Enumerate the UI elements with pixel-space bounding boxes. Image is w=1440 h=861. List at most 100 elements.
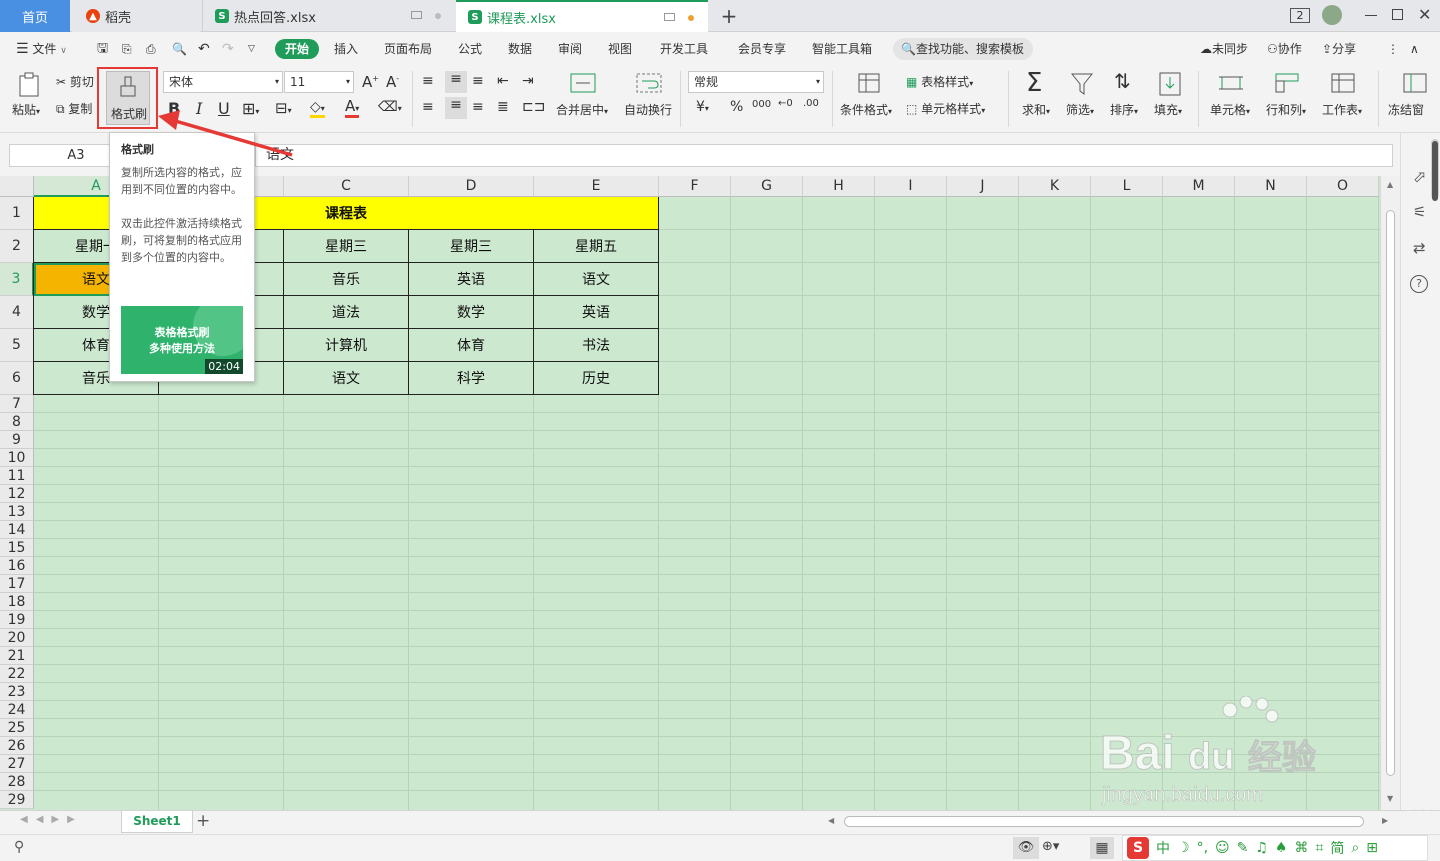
- scroll-up-icon[interactable]: ▲: [1387, 180, 1393, 189]
- restore-icon[interactable]: [1392, 9, 1403, 20]
- cell-style-button[interactable]: ⬚ 单元格样式▾: [906, 100, 985, 117]
- cell-d6[interactable]: 科学: [409, 362, 534, 395]
- cell-e6[interactable]: 历史: [534, 362, 659, 395]
- window-count-badge[interactable]: 2: [1290, 8, 1310, 23]
- column-header-o[interactable]: O: [1307, 176, 1379, 197]
- ime-simplified[interactable]: 简: [1330, 838, 1344, 858]
- punct-icon[interactable]: °,: [1197, 840, 1208, 856]
- align-right-icon[interactable]: ≡: [472, 99, 484, 115]
- more-options-icon[interactable]: ⋮: [1387, 33, 1399, 65]
- indent-decrease-icon[interactable]: ⇤: [497, 73, 509, 89]
- decrease-decimal-icon[interactable]: ←0: [778, 98, 793, 109]
- row-header-15[interactable]: 15: [0, 539, 34, 557]
- scroll-left-icon[interactable]: ◀: [828, 816, 834, 825]
- sum-icon[interactable]: Σ: [1026, 68, 1042, 98]
- row-header-23[interactable]: 23: [0, 683, 34, 701]
- row-header-18[interactable]: 18: [0, 593, 34, 611]
- emoji-icon[interactable]: ☺: [1215, 840, 1230, 856]
- font-name-select[interactable]: 宋体 ▾: [163, 71, 283, 93]
- fill-button[interactable]: 填充▾: [1154, 101, 1182, 118]
- decrease-font-icon[interactable]: A-: [386, 73, 399, 91]
- row-header-3[interactable]: 3: [0, 263, 34, 296]
- conditional-format-button[interactable]: 条件格式▾: [840, 101, 892, 118]
- menu-view[interactable]: 视图: [608, 33, 632, 65]
- cell-d2[interactable]: 星期三: [409, 230, 534, 263]
- cut-button[interactable]: ✂ 剪切: [56, 73, 94, 90]
- worksheet-button[interactable]: 工作表▾: [1322, 101, 1362, 118]
- column-header-f[interactable]: F: [659, 176, 731, 197]
- row-header-19[interactable]: 19: [0, 611, 34, 629]
- more-icon[interactable]: ▽: [248, 33, 255, 65]
- paste-button[interactable]: 粘贴▾: [12, 101, 40, 118]
- row-header-6[interactable]: 6: [0, 362, 34, 395]
- select-all-corner[interactable]: [0, 176, 34, 197]
- column-header-n[interactable]: N: [1235, 176, 1307, 197]
- wrap-text-icon[interactable]: [634, 71, 664, 95]
- row-header-1[interactable]: 1: [0, 197, 34, 230]
- column-header-h[interactable]: H: [803, 176, 875, 197]
- redo-icon[interactable]: ↷: [222, 33, 234, 65]
- column-header-j[interactable]: J: [947, 176, 1019, 197]
- cell-e4[interactable]: 英语: [534, 296, 659, 329]
- number-format-select[interactable]: 常规 ▾: [688, 71, 824, 93]
- freeze-panes-icon[interactable]: [1402, 71, 1428, 95]
- crop-icon[interactable]: ⌗: [1315, 840, 1323, 856]
- scroll-thumb[interactable]: [1386, 210, 1395, 776]
- cell-button[interactable]: 单元格▾: [1210, 101, 1250, 118]
- cell-e3[interactable]: 语文: [534, 263, 659, 296]
- tab-file-schedule[interactable]: S 课程表.xlsx: [456, 0, 708, 32]
- column-header-m[interactable]: M: [1163, 176, 1235, 197]
- menu-file[interactable]: ☰ 文件 ∨: [16, 33, 67, 65]
- add-sheet-button[interactable]: +: [196, 811, 210, 831]
- thousands-button[interactable]: 000: [752, 99, 771, 110]
- merge-center-button[interactable]: 合并居中▾: [556, 101, 608, 118]
- h-scroll-thumb[interactable]: [844, 816, 1364, 827]
- increase-decimal-icon[interactable]: .00: [803, 98, 819, 109]
- worksheet-icon[interactable]: [1330, 71, 1356, 95]
- search-function-box[interactable]: 🔍查找功能、搜索模板: [893, 38, 1033, 60]
- eye-protection-icon[interactable]: 👁: [1013, 837, 1039, 859]
- print-preview-icon[interactable]: 🔍: [172, 33, 187, 65]
- row-header-21[interactable]: 21: [0, 647, 34, 665]
- row-header-24[interactable]: 24: [0, 701, 34, 719]
- row-header-9[interactable]: 9: [0, 431, 34, 449]
- menu-page-layout[interactable]: 页面布局: [384, 33, 432, 65]
- skin-icon[interactable]: ♠: [1275, 840, 1288, 856]
- row-header-5[interactable]: 5: [0, 329, 34, 362]
- menu-dev-tools[interactable]: 开发工具: [660, 33, 708, 65]
- row-header-26[interactable]: 26: [0, 737, 34, 755]
- tools-icon[interactable]: ⌘: [1294, 840, 1308, 856]
- filter-button[interactable]: 筛选▾: [1066, 101, 1094, 118]
- property-sliders-icon[interactable]: ⚟: [1413, 203, 1426, 221]
- scroll-right-icon[interactable]: ▶: [1382, 816, 1388, 825]
- row-header-7[interactable]: 7: [0, 395, 34, 413]
- row-header-12[interactable]: 12: [0, 485, 34, 503]
- cell-e2[interactable]: 星期五: [534, 230, 659, 263]
- cell-icon[interactable]: [1218, 71, 1244, 95]
- cell-e5[interactable]: 书法: [534, 329, 659, 362]
- macro-record-icon[interactable]: ⚲: [14, 839, 24, 855]
- sum-button[interactable]: 求和▾: [1022, 101, 1050, 118]
- cell-d3[interactable]: 英语: [409, 263, 534, 296]
- row-header-13[interactable]: 13: [0, 503, 34, 521]
- row-header-11[interactable]: 11: [0, 467, 34, 485]
- font-size-select[interactable]: 11 ▾: [284, 71, 354, 93]
- select-pointer-icon[interactable]: ⬀: [1413, 167, 1426, 186]
- cell-d4[interactable]: 数学: [409, 296, 534, 329]
- save-icon[interactable]: 🖫: [97, 33, 108, 65]
- pen-icon[interactable]: ✎: [1237, 840, 1249, 856]
- print-icon[interactable]: ⎙: [146, 33, 156, 65]
- row-header-22[interactable]: 22: [0, 665, 34, 683]
- menu-start[interactable]: 开始: [275, 39, 320, 59]
- copy-button[interactable]: ⧉ 复制: [56, 100, 92, 117]
- sheet-tab-sheet1[interactable]: Sheet1: [121, 811, 193, 833]
- column-header-k[interactable]: K: [1019, 176, 1091, 197]
- indent-increase-icon[interactable]: ⇥: [522, 73, 534, 89]
- column-header-e[interactable]: E: [534, 176, 659, 197]
- menu-formula[interactable]: 公式: [458, 33, 482, 65]
- horizontal-scrollbar[interactable]: ◀ ▶: [826, 815, 1400, 829]
- conditional-format-icon[interactable]: [856, 71, 882, 95]
- help-icon[interactable]: ?: [1410, 275, 1428, 293]
- format-painter-button[interactable]: 格式刷: [97, 67, 158, 129]
- distribute-icon[interactable]: ⊏⊐: [522, 99, 545, 115]
